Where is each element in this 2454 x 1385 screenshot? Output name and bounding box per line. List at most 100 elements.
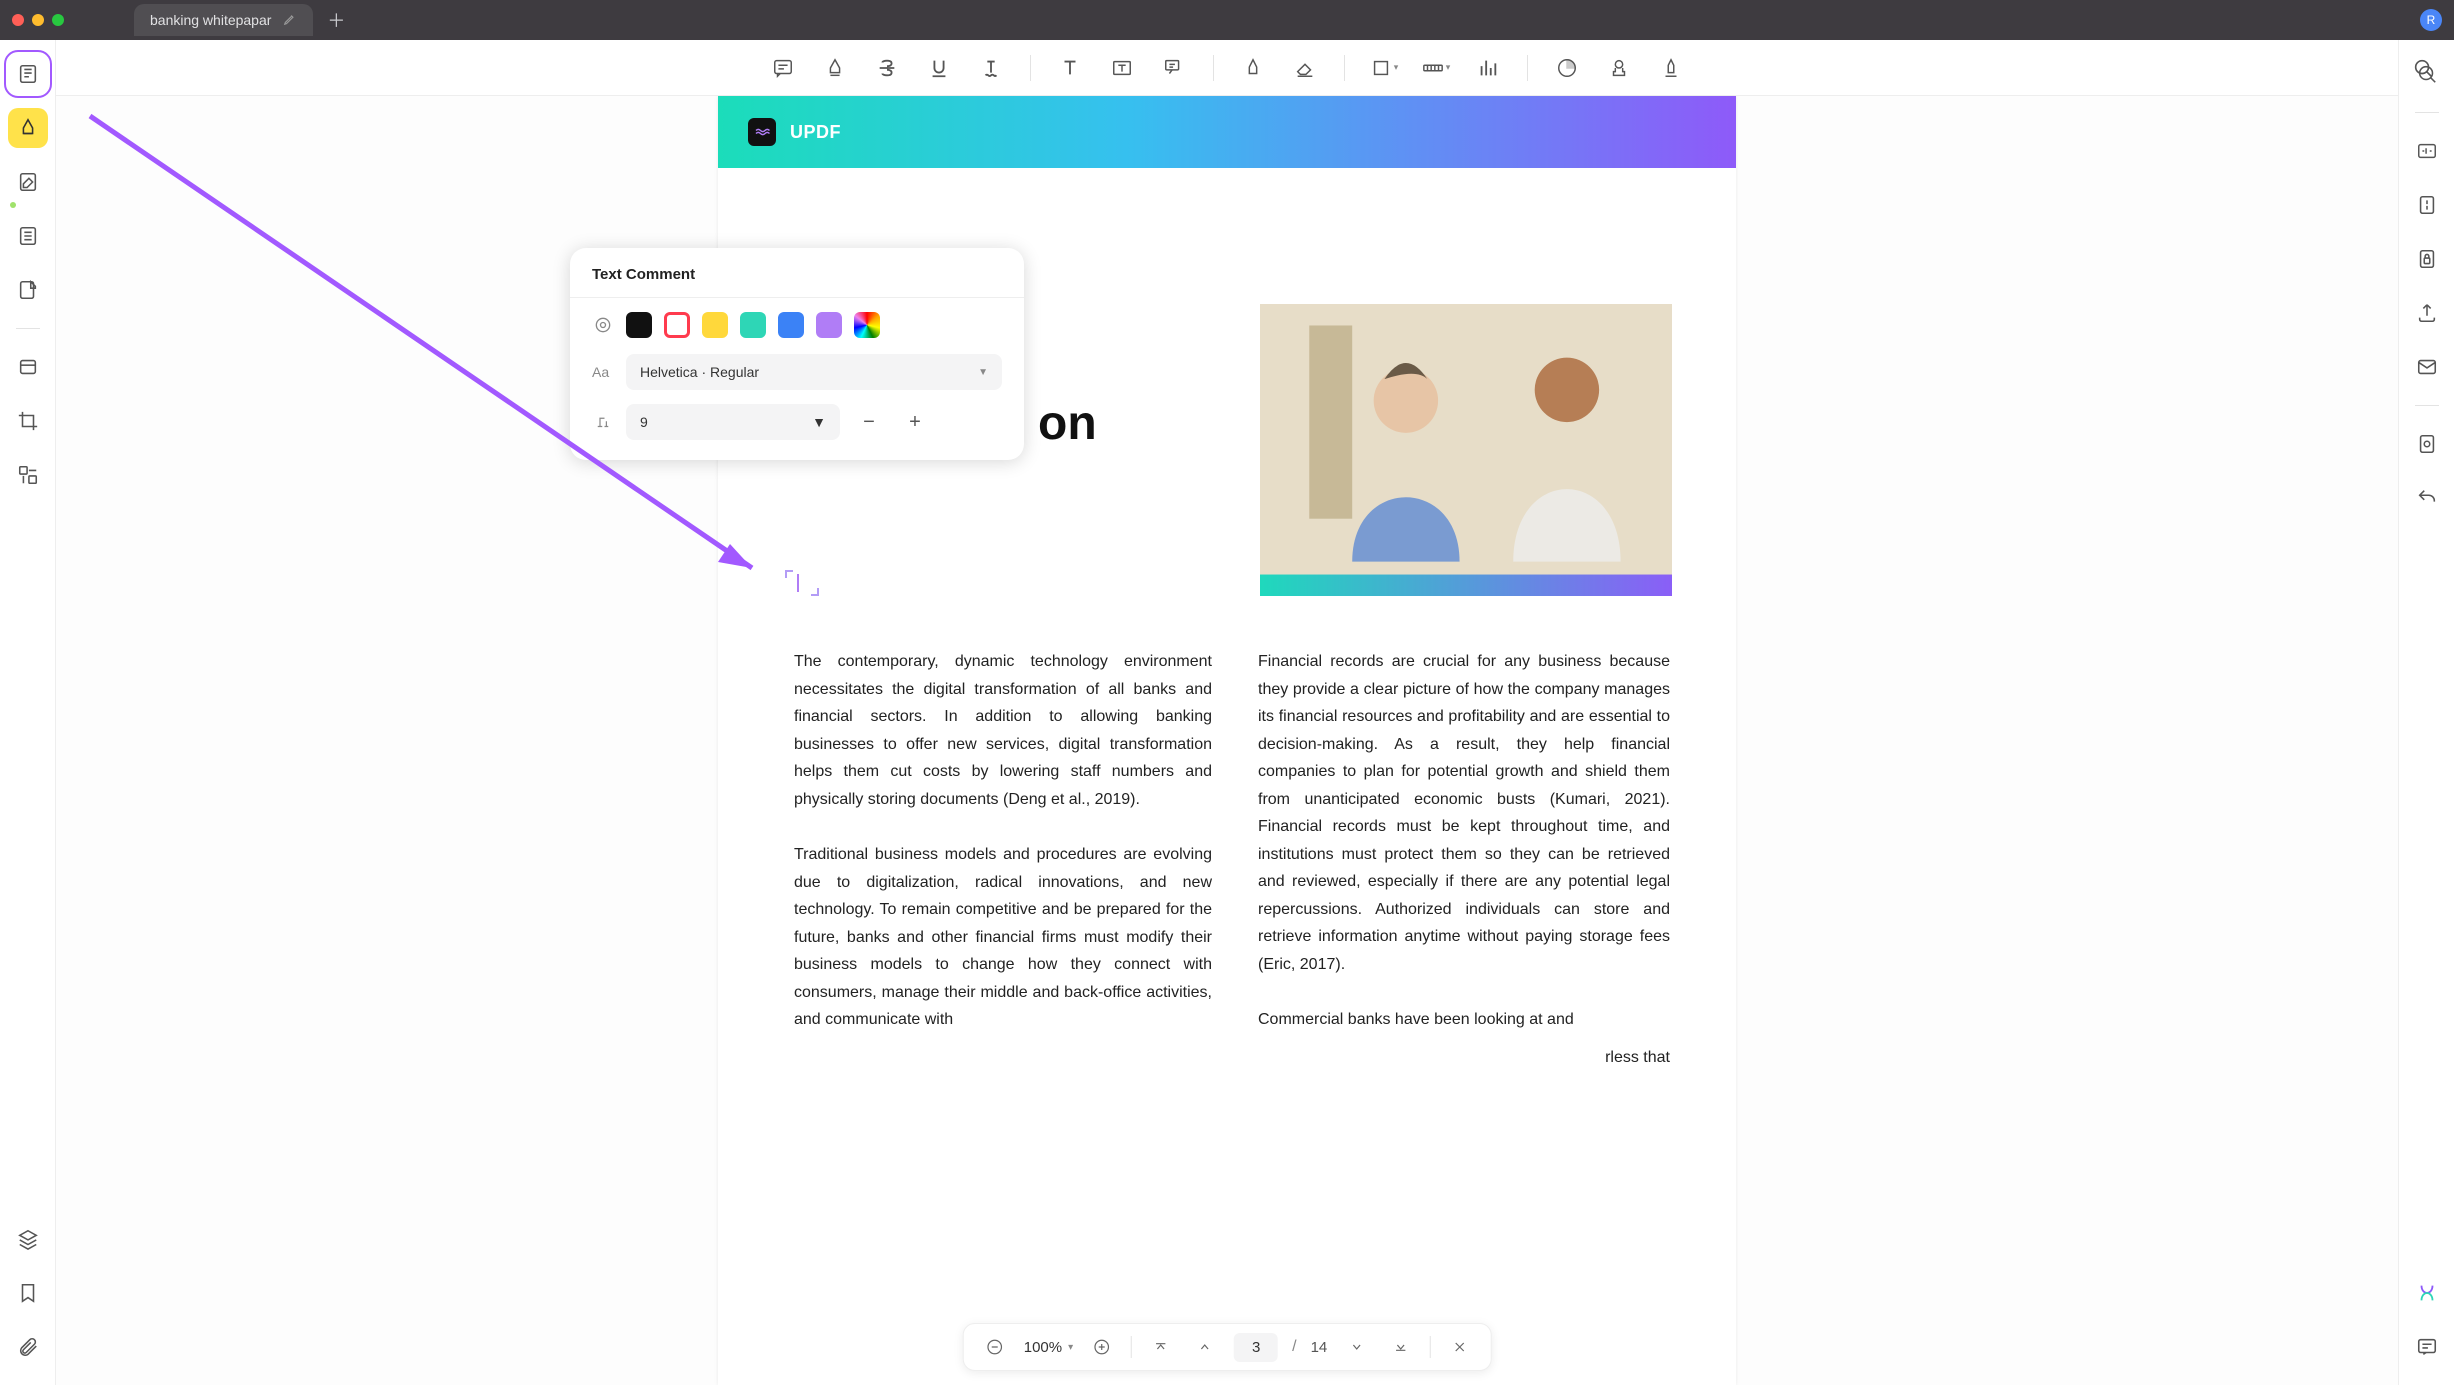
fill-sign-button[interactable] bbox=[8, 270, 48, 310]
page-number-input[interactable] bbox=[1234, 1333, 1278, 1362]
email-button[interactable] bbox=[2407, 347, 2447, 387]
increase-size-button[interactable]: + bbox=[898, 405, 932, 439]
font-row: Aa Helvetica · Regular ▼ bbox=[592, 354, 1002, 390]
hero-image bbox=[1260, 304, 1672, 596]
undo-button[interactable] bbox=[2407, 478, 2447, 518]
edit-tab-icon[interactable] bbox=[283, 12, 297, 29]
stamp-tool[interactable] bbox=[1600, 49, 1638, 87]
brand-logo-icon bbox=[748, 118, 776, 146]
edit-mode-button[interactable] bbox=[8, 162, 48, 202]
search-button[interactable] bbox=[2404, 49, 2442, 87]
color-swatch-red[interactable] bbox=[664, 312, 690, 338]
chevron-down-icon: ▼ bbox=[812, 414, 826, 430]
eraser-tool[interactable] bbox=[1286, 49, 1324, 87]
minimize-window-button[interactable] bbox=[32, 14, 44, 26]
toolbar-separator bbox=[1030, 55, 1031, 81]
reader-mode-button[interactable] bbox=[8, 54, 48, 94]
paragraph-fragment: rless that bbox=[1258, 1044, 1670, 1072]
last-page-button[interactable] bbox=[1385, 1332, 1415, 1362]
textbox-tool[interactable] bbox=[1103, 49, 1141, 87]
close-nav-button[interactable] bbox=[1444, 1332, 1474, 1362]
tab-title: banking whitepapar bbox=[150, 12, 271, 28]
brand-name: UPDF bbox=[790, 122, 841, 143]
total-pages: 14 bbox=[1311, 1339, 1328, 1356]
ocr-button[interactable] bbox=[2407, 131, 2447, 171]
close-window-button[interactable] bbox=[12, 14, 24, 26]
print-button[interactable] bbox=[2407, 424, 2447, 464]
organize-pages-button[interactable] bbox=[8, 216, 48, 256]
right-sidebar bbox=[2398, 40, 2454, 1385]
color-swatch-black[interactable] bbox=[626, 312, 652, 338]
left-sidebar-bottom bbox=[8, 1219, 48, 1385]
highlight-tool[interactable] bbox=[816, 49, 854, 87]
decrease-size-button[interactable]: − bbox=[852, 405, 886, 439]
font-size-icon bbox=[592, 413, 614, 431]
layers-button[interactable] bbox=[8, 1219, 48, 1259]
right-separator-1 bbox=[2415, 112, 2439, 113]
new-tab-button[interactable]: ＋ bbox=[327, 7, 345, 33]
document-tab[interactable]: banking whitepapar bbox=[134, 4, 313, 36]
protect-button[interactable] bbox=[2407, 239, 2447, 279]
zoom-in-button[interactable] bbox=[1087, 1332, 1117, 1362]
sidebar-separator bbox=[16, 328, 40, 329]
titlebar: banking whitepapar ＋ R bbox=[0, 0, 2454, 40]
zoom-level-select[interactable]: 100%▾ bbox=[1024, 1339, 1073, 1356]
color-swatch-teal[interactable] bbox=[740, 312, 766, 338]
paragraph: Financial records are crucial for any bu… bbox=[1258, 648, 1670, 978]
color-swatch-yellow[interactable] bbox=[702, 312, 728, 338]
color-swatch-custom[interactable] bbox=[854, 312, 880, 338]
strikethrough-tool[interactable] bbox=[868, 49, 906, 87]
measure-tool[interactable]: ▾ bbox=[1417, 49, 1455, 87]
crop-button[interactable] bbox=[8, 401, 48, 441]
bookmark-button[interactable] bbox=[8, 1273, 48, 1313]
font-size-value: 9 bbox=[640, 414, 648, 430]
account-avatar[interactable]: R bbox=[2420, 9, 2442, 31]
font-label-icon: Aa bbox=[592, 364, 614, 380]
left-column: The contemporary, dynamic technology env… bbox=[794, 648, 1212, 1099]
chat-button[interactable] bbox=[2407, 1327, 2447, 1367]
popup-divider bbox=[570, 297, 1024, 298]
attachment-button[interactable] bbox=[8, 1327, 48, 1367]
pencil-tool[interactable] bbox=[1234, 49, 1272, 87]
color-wheel-icon[interactable] bbox=[592, 315, 614, 335]
ai-assistant-button[interactable] bbox=[2407, 1273, 2447, 1313]
status-dot-icon bbox=[10, 202, 16, 208]
color-swatch-blue[interactable] bbox=[778, 312, 804, 338]
page-navigation-bar: 100%▾ / 14 bbox=[963, 1323, 1492, 1371]
redact-button[interactable] bbox=[8, 347, 48, 387]
toolbar-separator bbox=[1527, 55, 1528, 81]
maximize-window-button[interactable] bbox=[52, 14, 64, 26]
tools-button[interactable] bbox=[8, 455, 48, 495]
prev-page-button[interactable] bbox=[1190, 1332, 1220, 1362]
text-comment-tool[interactable] bbox=[1051, 49, 1089, 87]
page-headline-fragment: on bbox=[1038, 396, 1097, 451]
text-insertion-caret[interactable] bbox=[785, 570, 819, 596]
callout-tool[interactable] bbox=[1155, 49, 1193, 87]
document-canvas[interactable]: UPDF on The contemporary, d bbox=[56, 96, 2398, 1385]
font-size-select[interactable]: 9 ▼ bbox=[626, 404, 840, 440]
comment-mode-button[interactable] bbox=[8, 108, 48, 148]
note-tool[interactable] bbox=[764, 49, 802, 87]
annotation-toolbar: ▾ ▾ bbox=[56, 40, 2398, 96]
color-picker-row bbox=[592, 312, 1002, 338]
underline-tool[interactable] bbox=[920, 49, 958, 87]
nav-separator bbox=[1131, 1336, 1132, 1358]
font-value: Helvetica · Regular bbox=[640, 364, 759, 380]
right-column: Financial records are crucial for any bu… bbox=[1258, 648, 1670, 1099]
sticker-tool[interactable] bbox=[1548, 49, 1586, 87]
color-swatch-purple[interactable] bbox=[816, 312, 842, 338]
zoom-out-button[interactable] bbox=[980, 1332, 1010, 1362]
export-button[interactable] bbox=[2407, 293, 2447, 333]
next-page-button[interactable] bbox=[1341, 1332, 1371, 1362]
font-select[interactable]: Helvetica · Regular ▼ bbox=[626, 354, 1002, 390]
left-sidebar bbox=[0, 40, 56, 1385]
squiggly-tool[interactable] bbox=[972, 49, 1010, 87]
chart-tool[interactable] bbox=[1469, 49, 1507, 87]
compress-button[interactable] bbox=[2407, 185, 2447, 225]
first-page-button[interactable] bbox=[1146, 1332, 1176, 1362]
page-separator: / bbox=[1292, 1338, 1296, 1356]
nav-separator bbox=[1429, 1336, 1430, 1358]
signature-tool[interactable] bbox=[1652, 49, 1690, 87]
shape-tool[interactable]: ▾ bbox=[1365, 49, 1403, 87]
text-comment-popup[interactable]: Text Comment Aa Helvetica · Regular ▼ 9 … bbox=[570, 248, 1024, 460]
